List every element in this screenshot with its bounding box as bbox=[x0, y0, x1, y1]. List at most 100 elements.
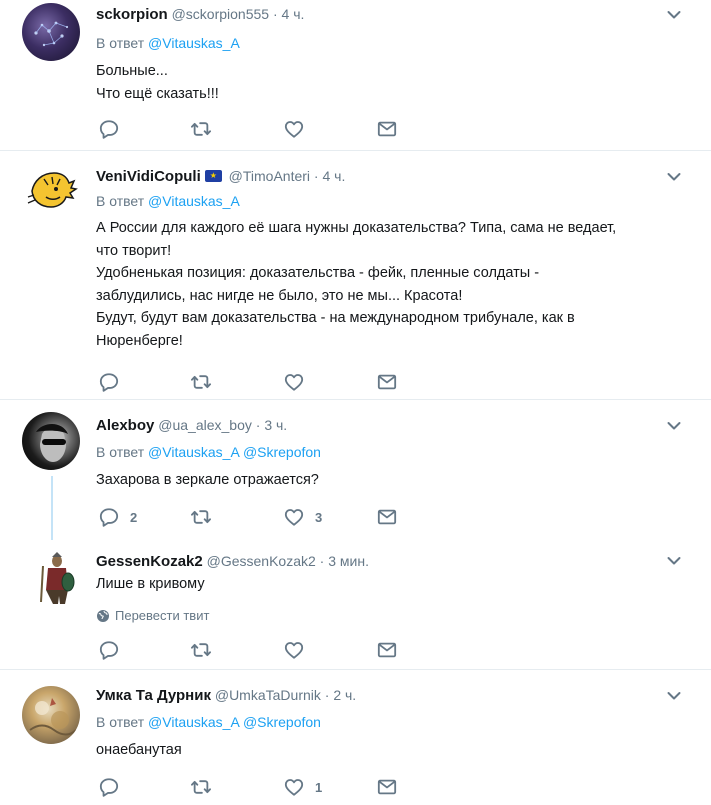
retweet-button[interactable] bbox=[190, 507, 212, 527]
mention-link[interactable]: @Vitauskas_A bbox=[148, 35, 240, 51]
like-button[interactable] bbox=[283, 372, 305, 392]
tweet-gessenkozak2[interactable]: GessenKozak2 @GessenKozak2 · 3 мин. Лише… bbox=[0, 540, 711, 669]
display-name[interactable]: Alexboy bbox=[96, 417, 154, 434]
reply-button[interactable] bbox=[98, 119, 120, 139]
user-handle[interactable]: @GessenKozak2 bbox=[207, 553, 316, 569]
scorpion-icon bbox=[34, 21, 69, 47]
avatar[interactable] bbox=[22, 161, 80, 219]
envelope-icon bbox=[376, 372, 398, 392]
envelope-icon bbox=[376, 507, 398, 527]
reply-icon bbox=[98, 640, 120, 660]
retweet-icon bbox=[190, 640, 212, 660]
reply-prefix: В ответ bbox=[96, 193, 145, 209]
user-handle[interactable]: @UmkaTaDurnik bbox=[215, 687, 321, 703]
mention-link[interactable]: @Skrepofon bbox=[243, 714, 321, 730]
reply-count: 2 bbox=[130, 509, 138, 525]
translate-link[interactable]: Перевести твит bbox=[96, 608, 209, 623]
tweet-text-line: Что ещё сказать!!! bbox=[96, 85, 219, 102]
tweet-text-line: Нюренберге! bbox=[96, 332, 183, 349]
dm-button[interactable] bbox=[376, 372, 398, 392]
tweet-alexboy[interactable]: Alexboy @ua_alex_boy · 3 ч. В ответ @Vit… bbox=[0, 400, 711, 540]
reply-button[interactable]: 2 bbox=[98, 507, 137, 527]
tweet-text-line: Удобненькая позиция: доказательства - фе… bbox=[96, 265, 540, 281]
chevron-down-icon[interactable] bbox=[667, 172, 681, 182]
mention-link[interactable]: @Skrepofon bbox=[243, 444, 321, 460]
tweet-sckorpion[interactable]: sckorpion @sckorpion555 · 4 ч. В ответ @… bbox=[0, 0, 711, 150]
reply-button[interactable] bbox=[98, 777, 120, 797]
tweet-text-line: Будут, будут вам доказательства - на меж… bbox=[96, 310, 575, 326]
separator: · bbox=[324, 687, 330, 703]
heart-icon bbox=[283, 640, 305, 660]
avatar[interactable] bbox=[37, 552, 77, 606]
illustration-icon bbox=[29, 698, 77, 736]
tweet-header: GessenKozak2 @GessenKozak2 · 3 мин. bbox=[96, 552, 369, 571]
tweet-actions: 2 3 bbox=[96, 507, 416, 527]
user-handle[interactable]: @ua_alex_boy bbox=[158, 417, 252, 433]
chevron-down-icon[interactable] bbox=[667, 691, 681, 701]
tweet-text-line: Больные... bbox=[96, 63, 168, 79]
like-count: 1 bbox=[315, 779, 323, 795]
timestamp[interactable]: 3 ч. bbox=[264, 417, 287, 433]
mention-link[interactable]: @Vitauskas_A bbox=[148, 714, 239, 730]
tweet-umkatadurnik[interactable]: Умка Та Дурник @UmkaTaDurnik · 2 ч. В от… bbox=[0, 670, 711, 805]
reply-button[interactable] bbox=[98, 640, 120, 660]
display-name[interactable]: Умка Та Дурник bbox=[96, 687, 211, 704]
tweet-venividicopuli[interactable]: VeniVidiCopuli @TimoAnteri · 4 ч. В отве… bbox=[0, 151, 711, 399]
timestamp[interactable]: 4 ч. bbox=[282, 6, 305, 22]
dm-button[interactable] bbox=[376, 640, 398, 660]
reply-icon bbox=[98, 777, 120, 797]
separator: · bbox=[255, 417, 261, 433]
reply-icon bbox=[98, 372, 120, 392]
tweet-header: VeniVidiCopuli @TimoAnteri · 4 ч. bbox=[96, 167, 345, 186]
translate-label: Перевести твит bbox=[115, 608, 210, 623]
user-handle[interactable]: @sckorpion555 bbox=[172, 6, 270, 22]
retweet-button[interactable] bbox=[190, 777, 212, 797]
avatar[interactable] bbox=[22, 3, 80, 61]
user-handle[interactable]: @TimoAnteri bbox=[229, 168, 310, 184]
reply-context: В ответ @Vitauskas_A @Skrepofon bbox=[96, 713, 321, 731]
separator: · bbox=[272, 6, 278, 22]
display-name[interactable]: VeniVidiCopuli bbox=[96, 168, 201, 185]
globe-icon bbox=[97, 609, 109, 622]
tweet-text: Больные... Что ещё сказать!!! bbox=[96, 60, 686, 105]
tweet-actions bbox=[96, 640, 416, 660]
retweet-button[interactable] bbox=[190, 640, 212, 660]
retweet-icon bbox=[190, 119, 212, 139]
mention-link[interactable]: @Vitauskas_A bbox=[148, 444, 239, 460]
separator: · bbox=[313, 168, 319, 184]
chevron-down-icon[interactable] bbox=[667, 556, 681, 566]
heart-icon bbox=[283, 507, 305, 527]
reply-icon bbox=[98, 507, 120, 527]
tweet-text-line: А России для каждого её шага нужны доказ… bbox=[96, 220, 617, 236]
envelope-icon bbox=[376, 119, 398, 139]
chevron-down-icon[interactable] bbox=[667, 10, 681, 20]
tweet-text-line: что творит! bbox=[96, 242, 172, 259]
like-button[interactable]: 1 bbox=[283, 777, 322, 797]
dm-button[interactable] bbox=[376, 777, 398, 797]
timestamp[interactable]: 2 ч. bbox=[333, 687, 356, 703]
dm-button[interactable] bbox=[376, 507, 398, 527]
retweet-button[interactable] bbox=[190, 119, 212, 139]
reply-prefix: В ответ bbox=[96, 714, 145, 730]
like-button[interactable] bbox=[283, 119, 305, 139]
display-name[interactable]: sckorpion bbox=[96, 6, 168, 23]
timestamp[interactable]: 3 мин. bbox=[328, 553, 369, 569]
warrior-icon bbox=[40, 552, 75, 604]
dm-button[interactable] bbox=[376, 119, 398, 139]
avatar[interactable] bbox=[22, 686, 80, 744]
tweet-header: Умка Та Дурник @UmkaTaDurnik · 2 ч. bbox=[96, 686, 356, 705]
like-button[interactable] bbox=[283, 640, 305, 660]
timestamp[interactable]: 4 ч. bbox=[322, 168, 345, 184]
tweet-text: Лише в кривому bbox=[96, 573, 686, 596]
tweet-text-line: Захарова в зеркале отражается? bbox=[96, 472, 319, 488]
like-button[interactable]: 3 bbox=[283, 507, 322, 527]
reply-button[interactable] bbox=[98, 372, 120, 392]
chevron-down-icon[interactable] bbox=[667, 421, 681, 431]
display-name[interactable]: GessenKozak2 bbox=[96, 553, 203, 570]
retweet-button[interactable] bbox=[190, 372, 212, 392]
avatar[interactable] bbox=[22, 412, 80, 470]
mention-link[interactable]: @Vitauskas_A bbox=[148, 193, 240, 209]
retweet-icon bbox=[190, 777, 212, 797]
tweet-header: sckorpion @sckorpion555 · 4 ч. bbox=[96, 5, 304, 24]
tweet-actions bbox=[96, 119, 416, 139]
